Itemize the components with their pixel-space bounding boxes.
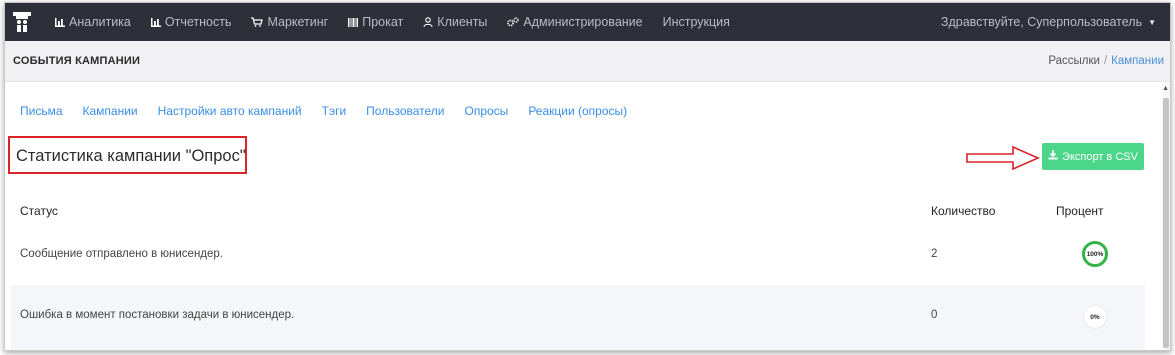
export-csv-button[interactable]: Экспорт в CSV: [1042, 143, 1144, 170]
bar-chart-icon: [55, 17, 65, 27]
nav-item-clients[interactable]: Клиенты: [423, 15, 487, 29]
tab-auto-campaign-settings[interactable]: Настройки авто кампаний: [158, 104, 302, 118]
table-row: Ошибка в момент постановки задачи в юнис…: [11, 285, 1145, 350]
nav-item-label: Прокат: [362, 15, 404, 29]
nav-item-label: Клиенты: [437, 15, 488, 29]
nav-item-label: Администрирование: [523, 15, 643, 29]
nav-item-label: Маркетинг: [267, 15, 329, 29]
nav-item-label: Отчетность: [164, 15, 232, 29]
tab-users[interactable]: Пользователи: [366, 104, 444, 118]
nav-item-instructions[interactable]: Инструкция: [663, 15, 730, 29]
nav-item-analytics[interactable]: Аналитика: [55, 15, 131, 29]
tab-letters[interactable]: Письма: [20, 104, 63, 118]
scrollbar-thumb[interactable]: [1163, 98, 1169, 348]
export-csv-label: Экспорт в CSV: [1062, 150, 1138, 163]
breadcrumb-link[interactable]: Рассылки: [1048, 55, 1100, 67]
campaign-stats-heading-box: Статистика кампании "Опрос": [8, 136, 247, 174]
nav-item-administration[interactable]: Администрирование: [507, 15, 643, 29]
campaign-stats-heading: Статистика кампании "Опрос": [16, 147, 246, 165]
tab-tags[interactable]: Тэги: [322, 104, 347, 118]
percent-progress-circle: 0%: [1083, 305, 1107, 329]
bar-chart-icon: [150, 17, 161, 27]
red-arrow-annotation: [966, 145, 1040, 171]
column-header-percent: Процент: [1056, 204, 1104, 218]
tab-campaigns[interactable]: Кампании: [83, 104, 138, 118]
nav-item-label: Инструкция: [662, 15, 730, 29]
breadcrumb-separator: /: [1103, 55, 1108, 67]
column-header-count: Количество: [931, 204, 996, 218]
tab-surveys[interactable]: Опросы: [465, 104, 509, 118]
nav-item-rental[interactable]: Прокат: [348, 15, 403, 29]
table-header-row: Статус Количество Процент: [11, 194, 1145, 225]
percent-progress-circle: 100%: [1082, 241, 1108, 267]
user-icon: [423, 17, 433, 27]
nav-item-marketing[interactable]: Маркетинг: [251, 15, 328, 29]
cart-icon: [251, 17, 264, 27]
top-navbar: Аналитика Отчетность Маркетинг Прокат Кл…: [5, 3, 1170, 41]
count-cell: 0: [931, 309, 938, 321]
status-cell: Ошибка в момент постановки задачи в юнис…: [20, 309, 295, 321]
barcode-icon: [348, 17, 359, 27]
caret-down-icon: ▼: [1148, 17, 1156, 27]
percent-value: 100%: [1086, 250, 1104, 258]
nav-item-reports[interactable]: Отчетность: [150, 15, 232, 29]
logo-icon: [13, 12, 31, 32]
percent-value: 0%: [1090, 313, 1100, 321]
gears-icon: [507, 17, 520, 27]
user-menu[interactable]: Здравствуйте, Суперпользователь ▼: [941, 3, 1156, 41]
page-title: СОБЫТИЯ КАМПАНИИ: [13, 55, 141, 67]
app-logo[interactable]: [9, 3, 35, 41]
count-cell: 2: [931, 248, 938, 260]
section-tabs: Письма Кампании Настройки авто кампаний …: [20, 104, 647, 118]
page-header: СОБЫТИЯ КАМПАНИИ Рассылки / Кампании: [5, 41, 1170, 82]
tab-survey-reactions[interactable]: Реакции (опросы): [528, 104, 627, 118]
user-greeting: Здравствуйте, Суперпользователь: [940, 15, 1143, 29]
scroll-up-arrow-icon[interactable]: ▲: [1162, 85, 1169, 92]
status-cell: Сообщение отправлено в юнисендер.: [20, 248, 223, 260]
app-window: Аналитика Отчетность Маркетинг Прокат Кл…: [4, 2, 1171, 351]
column-header-status: Статус: [20, 204, 58, 218]
breadcrumb: Рассылки / Кампании: [1048, 55, 1164, 67]
download-icon: [1048, 150, 1058, 163]
table-row: Сообщение отправлено в юнисендер. 2 100%: [11, 224, 1145, 286]
breadcrumb-current[interactable]: Кампании: [1111, 55, 1164, 67]
nav-item-label: Аналитика: [69, 15, 131, 29]
